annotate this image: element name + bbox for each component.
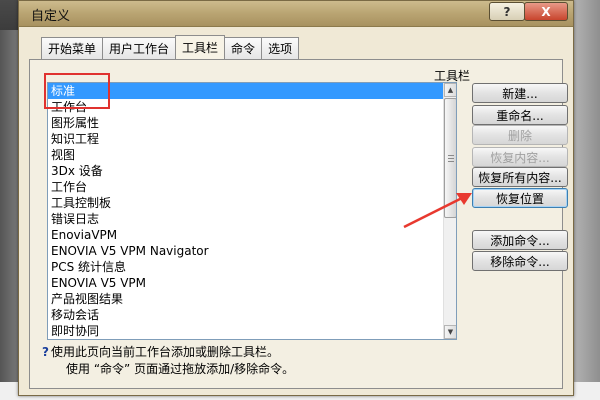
list-item[interactable]: 产品视图结果 [48, 291, 443, 307]
customize-dialog: 自定义 ? X 开始菜单 用户工作台 工具栏 命令 选项 工具栏 标准 工作台 … [18, 0, 574, 396]
tab-options[interactable]: 选项 [261, 37, 300, 59]
info-line-2: 使用 “命令” 页面通过拖放添加/移除命令。 [66, 362, 295, 376]
help-button[interactable]: ? [489, 2, 525, 21]
list-item[interactable]: EnoviaVPM [48, 227, 443, 243]
list-item[interactable]: 图形属性 [48, 115, 443, 131]
list-item[interactable]: 工作台 [48, 99, 443, 115]
list-item[interactable]: 工具控制板 [48, 195, 443, 211]
list-item[interactable]: ENOVIA V5 VPM [48, 275, 443, 291]
toolbars-listbox[interactable]: 标准 工作台 图形属性 知识工程 视图 3Dx 设备 工作台 工具控制板 错误日… [47, 82, 457, 340]
tab-start-menu[interactable]: 开始菜单 [41, 37, 104, 59]
scroll-down-arrow-icon[interactable]: ▼ [444, 325, 456, 339]
close-button[interactable]: X [524, 2, 568, 21]
restore-content-button[interactable]: 恢复内容... [472, 147, 568, 167]
remove-command-button[interactable]: 移除命令... [472, 251, 568, 271]
list-item[interactable]: 工作台 [48, 179, 443, 195]
tab-commands[interactable]: 命令 [224, 37, 263, 59]
list-item[interactable]: 标准 [48, 83, 443, 99]
title-bar[interactable]: 自定义 ? X [19, 1, 573, 27]
list-item[interactable]: PCS 统计信息 [48, 259, 443, 275]
info-line-1: 使用此页向当前工作台添加或删除工具栏。 [50, 345, 279, 359]
help-info: ? 使用此页向当前工作台添加或删除工具栏。 使用 “命令” 页面通过拖放添加/移除… [42, 344, 552, 384]
restore-position-button[interactable]: 恢复位置 [472, 188, 568, 208]
tab-user-workbench[interactable]: 用户工作台 [102, 37, 177, 59]
question-mark-icon: ? [42, 345, 49, 359]
add-command-button[interactable]: 添加命令... [472, 230, 568, 250]
scroll-up-arrow-icon[interactable]: ▲ [444, 83, 456, 97]
list-item[interactable]: 错误日志 [48, 211, 443, 227]
background-right [572, 0, 600, 400]
list-item[interactable]: 3Dx 设备 [48, 163, 443, 179]
list-item[interactable]: ENOVIA V5 VPM Navigator [48, 243, 443, 259]
list-item[interactable]: 即时协同 [48, 323, 443, 339]
restore-all-content-button[interactable]: 恢复所有内容... [472, 167, 568, 187]
delete-toolbar-button[interactable]: 删除 [472, 125, 568, 145]
toolbars-panel: 工具栏 标准 工作台 图形属性 知识工程 视图 3Dx 设备 工作台 工具控制板… [29, 59, 568, 389]
list-item[interactable]: 移动会话 [48, 307, 443, 323]
list-item[interactable]: 知识工程 [48, 131, 443, 147]
rename-toolbar-button[interactable]: 重命名... [472, 105, 568, 125]
tab-bar: 开始菜单 用户工作台 工具栏 命令 选项 [41, 35, 300, 59]
list-item[interactable]: 视图 [48, 147, 443, 163]
vertical-scrollbar[interactable]: ▲ ▼ [443, 83, 456, 339]
scrollbar-thumb[interactable] [444, 98, 456, 218]
tab-toolbars[interactable]: 工具栏 [175, 35, 226, 59]
new-toolbar-button[interactable]: 新建... [472, 83, 568, 103]
window-title: 自定义 [31, 9, 71, 24]
